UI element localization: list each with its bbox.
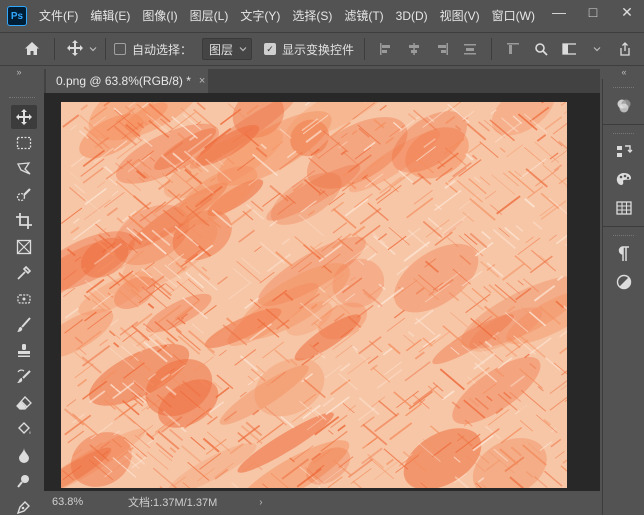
align-right-icon[interactable] <box>435 42 449 56</box>
restore-button[interactable]: □ <box>576 0 610 24</box>
menu-filter[interactable]: 滤镜(T) <box>338 0 389 32</box>
divider <box>54 38 55 60</box>
menu-window[interactable]: 窗口(W) <box>486 0 541 32</box>
eyedropper-tool-icon[interactable] <box>11 261 37 285</box>
tools-panel <box>3 95 41 515</box>
show-transform-label: 显示变换控件 <box>282 42 355 57</box>
move-icon <box>67 39 83 59</box>
menu-select[interactable]: 选择(S) <box>286 0 338 32</box>
search-icon[interactable] <box>534 42 548 56</box>
history-brush-tool-icon[interactable] <box>11 365 37 389</box>
align-left-icon[interactable] <box>379 42 393 56</box>
auto-select-label: 自动选择： <box>132 42 193 57</box>
document-canvas[interactable] <box>61 102 567 488</box>
menu-image[interactable]: 图像(I) <box>136 0 183 32</box>
workspace-icon[interactable] <box>562 42 577 56</box>
chevron-down-icon <box>89 42 97 56</box>
menu-bar: Ps 文件(F) 编辑(E) 图像(I) 图层(L) 文字(Y) 选择(S) 滤… <box>0 0 644 32</box>
minimize-button[interactable]: — <box>542 0 576 24</box>
frame-tool-icon[interactable] <box>11 235 37 259</box>
document-tab-bar: 0.png @ 63.8%(RGB/8) * × <box>44 69 600 93</box>
show-transform-checkbox[interactable]: ✓ <box>264 43 277 55</box>
close-tab-icon[interactable]: × <box>199 75 205 87</box>
healing-brush-tool-icon[interactable] <box>11 287 37 311</box>
panel-grip[interactable] <box>9 97 35 101</box>
divider <box>364 38 366 60</box>
panel-grip[interactable] <box>613 133 634 136</box>
document-tab[interactable]: 0.png @ 63.8%(RGB/8) * × <box>46 69 208 93</box>
quick-select-tool-icon[interactable] <box>11 183 37 207</box>
pen-tool-icon[interactable] <box>11 495 37 515</box>
lasso-tool-icon[interactable] <box>11 157 37 181</box>
panel-group <box>603 125 644 227</box>
share-icon[interactable] <box>618 42 632 56</box>
collapse-tools-icon[interactable]: » <box>0 66 38 78</box>
table-grid-panel-icon[interactable] <box>603 194 644 222</box>
swatches-panel-icon[interactable] <box>603 166 644 194</box>
panel-grip[interactable] <box>613 235 634 238</box>
close-button[interactable]: ✕ <box>610 0 644 24</box>
distribute-icon[interactable] <box>463 42 477 56</box>
paragraph-panel-icon[interactable] <box>603 240 644 268</box>
move-tool-preset[interactable] <box>67 39 97 59</box>
document-tab-title: 0.png @ 63.8%(RGB/8) * <box>56 74 191 88</box>
right-panel-dock <box>602 79 644 515</box>
photoshop-logo: Ps <box>7 6 27 26</box>
marquee-tool-icon[interactable] <box>11 131 37 155</box>
menu-type[interactable]: 文字(Y) <box>234 0 286 32</box>
window-controls: — □ ✕ <box>542 0 644 32</box>
divider <box>105 38 106 60</box>
layer-select-dropdown[interactable]: 图层 <box>202 38 253 60</box>
layer-select-value: 图层 <box>209 42 234 57</box>
panel-group <box>603 227 644 300</box>
brush-tool-icon[interactable] <box>11 313 37 337</box>
divider <box>491 38 493 60</box>
dodge-tool-icon[interactable] <box>11 469 37 493</box>
paint-bucket-tool-icon[interactable] <box>11 417 37 441</box>
menu-layer[interactable]: 图层(L) <box>184 0 235 32</box>
menu-file[interactable]: 文件(F) <box>33 0 84 32</box>
crop-tool-icon[interactable] <box>11 209 37 233</box>
blur-tool-icon[interactable] <box>11 443 37 467</box>
eraser-tool-icon[interactable] <box>11 391 37 415</box>
menu-edit[interactable]: 编辑(E) <box>84 0 136 32</box>
home-icon[interactable] <box>18 36 46 62</box>
align-controls <box>364 38 632 60</box>
adjustments-panel-icon[interactable] <box>603 268 644 296</box>
zoom-level[interactable]: 63.8% <box>52 496 92 508</box>
panel-group <box>603 79 644 125</box>
status-bar: 63.8% 文档:1.37M/1.37M › <box>44 491 600 513</box>
auto-select-checkbox[interactable] <box>114 43 126 55</box>
history-panel-icon[interactable] <box>603 138 644 166</box>
chevron-down-icon <box>239 42 247 56</box>
options-bar: 自动选择： 图层 ✓ 显示变换控件 <box>0 32 644 66</box>
crosshatch-texture <box>61 102 567 488</box>
status-menu-icon[interactable]: › <box>259 497 262 508</box>
clone-stamp-tool-icon[interactable] <box>11 339 37 363</box>
panel-grip[interactable] <box>613 87 634 90</box>
chevron-down-icon[interactable] <box>590 42 604 56</box>
color-panel-icon[interactable] <box>603 92 644 120</box>
collapse-panels-icon[interactable]: « <box>604 66 644 78</box>
menu-view[interactable]: 视图(V) <box>434 0 486 32</box>
align-top-icon[interactable] <box>506 42 520 56</box>
align-center-icon[interactable] <box>407 42 421 56</box>
move-tool-icon[interactable] <box>11 105 37 129</box>
document-info: 文档:1.37M/1.37M <box>128 497 218 509</box>
menu-3d[interactable]: 3D(D) <box>390 0 434 32</box>
canvas-area[interactable] <box>44 93 600 491</box>
